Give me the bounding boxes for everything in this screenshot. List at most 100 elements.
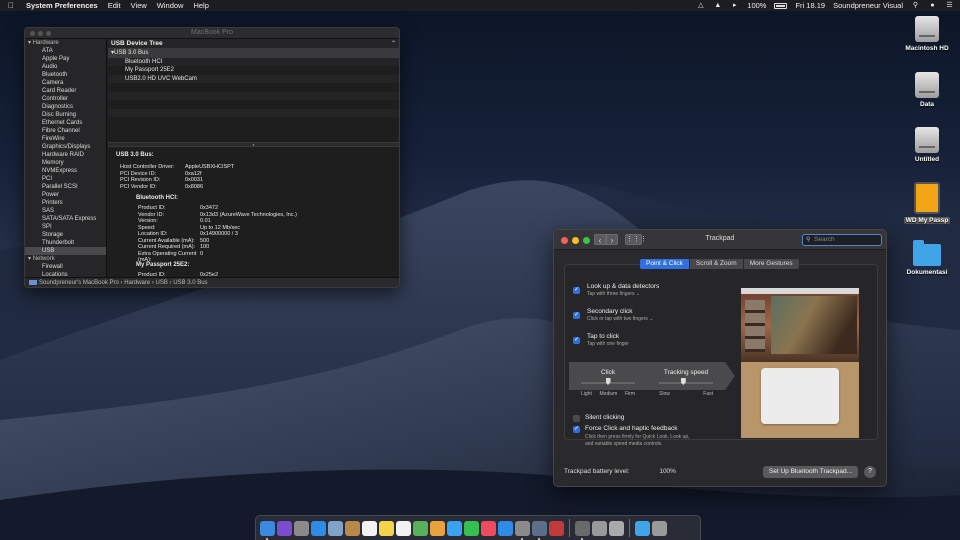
menu-help[interactable]: Help [193, 1, 208, 10]
tab-point-and-click[interactable]: Point & Click [640, 259, 690, 269]
tree-row-bluetooth[interactable]: Bluetooth HCI [108, 57, 399, 66]
device-tree-header[interactable]: USB Device Tree ⌃ [108, 39, 399, 49]
desktop-icon-macintosh-hd[interactable]: Macintosh HD [901, 16, 953, 52]
notes-icon[interactable] [379, 520, 394, 536]
system-information-icon[interactable] [532, 520, 547, 540]
sidebar-item-firewall[interactable]: Firewall [25, 263, 106, 271]
sidebar-item-printers[interactable]: Printers [25, 199, 106, 207]
music-icon[interactable] [481, 520, 496, 536]
launchpad-icon[interactable] [294, 520, 309, 536]
airplay-icon[interactable]: ▲ [713, 2, 722, 10]
messages-icon[interactable] [447, 520, 462, 536]
tap-to-click-checkbox[interactable]: ✓ [573, 337, 580, 344]
apple-menu-icon[interactable]:  [6, 1, 16, 10]
tab-more-gestures[interactable]: More Gestures [743, 259, 799, 269]
sysinfo-titlebar[interactable]: MacBook Pro [25, 28, 399, 39]
sidebar-item-firewire[interactable]: FireWire [25, 135, 106, 143]
sidebar-item-controller[interactable]: Controller [25, 95, 106, 103]
system-preferences-icon[interactable] [515, 520, 530, 540]
sidebar-item-disc-burning[interactable]: Disc Burning [25, 111, 106, 119]
desktop-icon-data[interactable]: Data [901, 72, 953, 108]
look-up-checkbox[interactable]: ✓ [573, 287, 580, 294]
finder-icon[interactable] [260, 520, 275, 540]
sidebar-item-audio[interactable]: Audio [25, 63, 106, 71]
trackpad-battery-status: Trackpad battery level: 100% [564, 468, 676, 475]
slider-knob[interactable] [680, 378, 686, 385]
tracking-speed-slider[interactable]: Tracking speed Slow Fast [659, 369, 713, 397]
wifi-icon[interactable]: △ [696, 2, 705, 10]
option-gesture-dropdown[interactable]: Tap with three fingers ⌄ [587, 291, 640, 297]
sidebar-item-bluetooth[interactable]: Bluetooth [25, 71, 106, 79]
sidebar-item-diagnostics[interactable]: Diagnostics [25, 103, 106, 111]
notification-center-icon[interactable]: ☰ [945, 2, 954, 10]
setup-bluetooth-trackpad-button[interactable]: Set Up Bluetooth Trackpad... [762, 466, 858, 478]
sidebar-item-ata[interactable]: ATA [25, 47, 106, 55]
sidebar-item-storage[interactable]: Storage [25, 231, 106, 239]
facetime-icon[interactable] [464, 520, 479, 536]
sidebar-item-graphics-displays[interactable]: Graphics/Displays [25, 143, 106, 151]
sidebar-item-sata-sata-express[interactable]: SATA/SATA Express [25, 215, 106, 223]
trash-icon[interactable] [652, 520, 667, 536]
menu-edit[interactable]: Edit [108, 1, 121, 10]
safari-icon[interactable] [311, 520, 326, 536]
trackpad-titlebar[interactable]: ‹ › ⋮⋮⋮ Trackpad ⚲ Search [554, 230, 886, 250]
option-gesture-dropdown[interactable]: Click or tap with two fingers ⌄ [587, 316, 653, 322]
menubar-user[interactable]: Soundpreneur Visual [833, 1, 903, 10]
menu-view[interactable]: View [131, 1, 147, 10]
sidebar-item-hardware-raid[interactable]: Hardware RAID [25, 151, 106, 159]
sidebar-item-spi[interactable]: SPI [25, 223, 106, 231]
sidebar-item-apple-pay[interactable]: Apple Pay [25, 55, 106, 63]
sidebar-item-camera[interactable]: Camera [25, 79, 106, 87]
silent-clicking-checkbox[interactable] [573, 415, 580, 422]
sidebar-item-usb[interactable]: USB [25, 247, 106, 255]
sidebar-category-network[interactable]: ▾ Network [25, 255, 106, 263]
screenshot-icon[interactable] [609, 520, 624, 536]
sidebar-item-pci[interactable]: PCI [25, 175, 106, 183]
force-click-checkbox[interactable]: ✓ [573, 426, 580, 433]
calendar-icon[interactable] [362, 520, 377, 536]
siri-icon[interactable]: ● [928, 2, 937, 10]
search-field[interactable]: ⚲ Search [802, 234, 882, 246]
battery-icon[interactable] [774, 2, 788, 9]
sidebar-item-parallel-scsi[interactable]: Parallel SCSI [25, 183, 106, 191]
sidebar-item-thunderbolt[interactable]: Thunderbolt [25, 239, 106, 247]
slider-track[interactable] [581, 378, 635, 385]
sidebar-item-nvmexpress[interactable]: NVMExpress [25, 167, 106, 175]
sidebar-item-power[interactable]: Power [25, 191, 106, 199]
desktop-icon-dokumentasi[interactable]: Dokumentasi [901, 240, 953, 276]
tree-row-webcam[interactable]: USB2.0 HD UVC WebCam [108, 74, 399, 83]
secondary-click-checkbox[interactable]: ✓ [573, 312, 580, 319]
help-button[interactable]: ? [864, 466, 876, 478]
click-pressure-slider[interactable]: Click Light Medium Firm [581, 369, 635, 397]
app-store-icon[interactable] [498, 520, 513, 536]
menu-window[interactable]: Window [157, 1, 184, 10]
sidebar-item-card-reader[interactable]: Card Reader [25, 87, 106, 95]
utilities-icon[interactable] [592, 520, 607, 536]
menubar-clock[interactable]: Fri 18.19 [795, 1, 825, 10]
sidebar-item-fibre-channel[interactable]: Fibre Channel [25, 127, 106, 135]
tree-row-passport[interactable]: My Passport 25E2 [108, 66, 399, 75]
desktop-icon-untitled[interactable]: Untitled [901, 127, 953, 163]
contacts-icon[interactable] [345, 520, 360, 536]
dock-separator [569, 519, 570, 537]
reminders-icon[interactable] [396, 520, 411, 536]
search-icon[interactable]: ⚲ [911, 2, 920, 10]
slider-knob[interactable] [605, 378, 611, 385]
sidebar-category-hardware[interactable]: ▾ Hardware [25, 39, 106, 47]
volume-icon[interactable]: ▸ [730, 2, 739, 10]
sidebar-item-memory[interactable]: Memory [25, 159, 106, 167]
menu-app-name[interactable]: System Preferences [26, 1, 98, 10]
slider-track[interactable] [659, 378, 713, 385]
photo-booth-icon[interactable] [549, 520, 564, 536]
downloads-folder-icon[interactable] [635, 520, 650, 536]
sidebar-item-ethernet-cards[interactable]: Ethernet Cards [25, 119, 106, 127]
sidebar-item-sas[interactable]: SAS [25, 207, 106, 215]
tab-scroll-and-zoom[interactable]: Scroll & Zoom [689, 259, 744, 269]
siri-icon[interactable] [277, 520, 292, 536]
maps-icon[interactable] [413, 520, 428, 536]
preview-icon[interactable] [328, 520, 343, 536]
keyboard-icon[interactable] [575, 520, 590, 540]
desktop-icon-wd-my-passport[interactable]: WD My Passp [901, 182, 953, 224]
tree-row-usb-bus[interactable]: ▾USB 3.0 Bus [108, 49, 399, 58]
photos-icon[interactable] [430, 520, 445, 536]
